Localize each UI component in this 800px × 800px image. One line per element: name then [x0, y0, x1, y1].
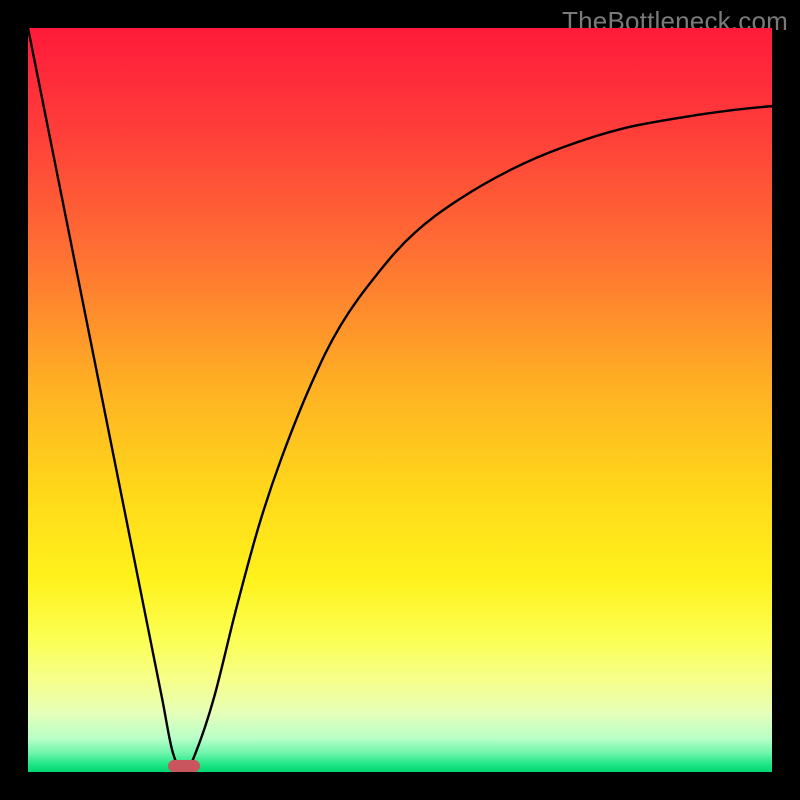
- plot-area: [28, 28, 772, 772]
- gradient-background: [28, 28, 772, 772]
- chart-frame: TheBottleneck.com: [0, 0, 800, 800]
- optimal-marker: [168, 760, 200, 772]
